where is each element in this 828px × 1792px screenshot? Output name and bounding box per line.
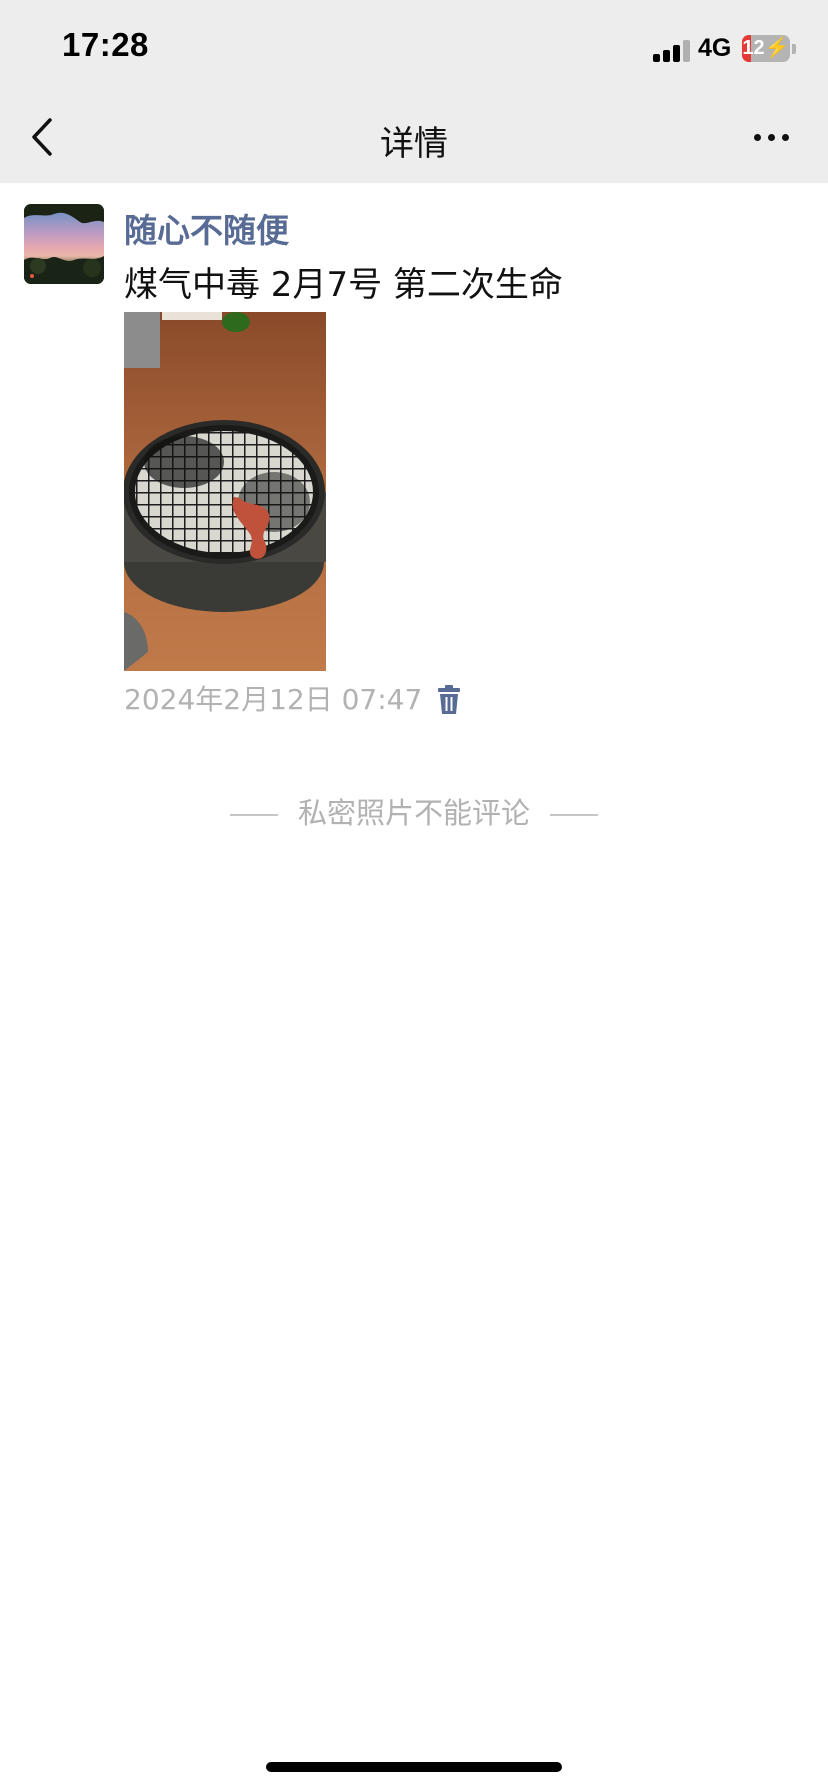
trash-icon [438, 685, 460, 714]
more-dots-icon [754, 134, 761, 141]
cellular-signal-icon [653, 40, 691, 62]
private-photo-note: 私密照片不能评论 [0, 790, 828, 832]
network-type: 4G [698, 34, 732, 62]
battery-icon: 12⚡ [742, 35, 790, 62]
header-bar: 17:28 4G 12⚡ 详情 [0, 0, 828, 183]
home-indicator[interactable] [266, 1762, 562, 1772]
post-timestamp: 2024年2月12日 07:47 [124, 683, 423, 716]
divider-line-left [229, 814, 278, 816]
grill-photo-image [124, 312, 326, 671]
battery-cap [792, 44, 796, 54]
avatar[interactable] [24, 204, 104, 284]
post-photo[interactable] [124, 312, 326, 671]
status-time: 17:28 [62, 26, 149, 63]
more-button[interactable] [748, 124, 796, 154]
moments-detail-screen: 17:28 4G 12⚡ 详情 随心不随便 煤气中毒 2月7号 第二次生命 20… [0, 0, 828, 1792]
divider-line-right [550, 814, 598, 816]
post-meta: 2024年2月12日 07:47 [124, 682, 460, 718]
battery-level-text: 12⚡ [742, 37, 790, 59]
back-button[interactable] [22, 112, 66, 162]
avatar-landscape-image [24, 204, 104, 284]
post-text: 煤气中毒 2月7号 第二次生命 [124, 265, 563, 305]
delete-button[interactable] [434, 684, 464, 716]
username[interactable]: 随心不随便 [124, 204, 289, 252]
page-title: 详情 [380, 124, 448, 164]
chevron-left-icon [32, 118, 52, 156]
private-note-text: 私密照片不能评论 [297, 796, 530, 830]
